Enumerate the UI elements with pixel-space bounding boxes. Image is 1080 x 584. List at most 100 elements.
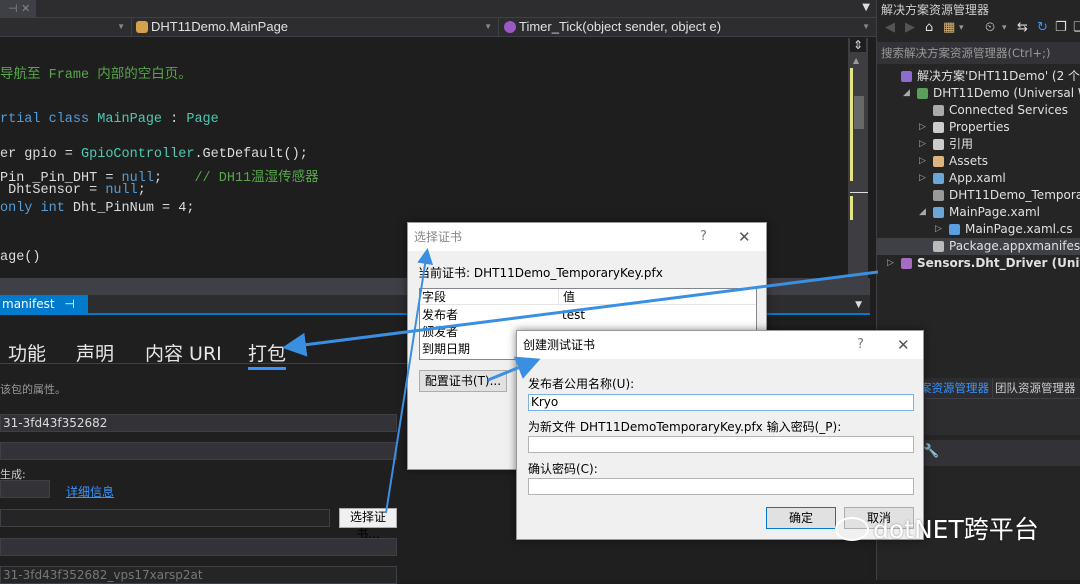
project-dropdown[interactable]: ▼ — [0, 18, 132, 36]
expand-icon[interactable]: ▷ — [887, 255, 894, 272]
tree-item-label: Connected Services — [949, 103, 1069, 117]
tree-item-label: Package.appxmanifest — [949, 239, 1080, 253]
row-field: 到期日期 — [422, 342, 471, 356]
show-all-files-icon[interactable]: ❏ — [1073, 20, 1080, 35]
tab-team-explorer[interactable]: 团队资源管理器 — [992, 378, 1076, 398]
member-dropdown[interactable]: Timer_Tick(object sender, object e) ▼ — [500, 18, 876, 36]
tree-item[interactable]: ◢ MainPage.xaml — [877, 204, 1080, 221]
tree-item[interactable]: Connected Services — [877, 102, 1080, 119]
code-token: MainPage — [97, 112, 163, 127]
tab-declarations[interactable]: 声明 — [76, 339, 114, 366]
package-name-field[interactable]: 31-3fd43f352682 — [0, 414, 397, 432]
close-icon[interactable]: ✕ — [738, 223, 751, 251]
help-icon[interactable]: ? — [700, 223, 707, 251]
tree-item[interactable]: ▷ 引用 — [877, 136, 1080, 153]
method-icon — [504, 21, 516, 33]
collapse-all-icon[interactable]: ❐ — [1055, 20, 1067, 35]
tree-item[interactable]: ▷ Sensors.Dht_Driver (Universal Windows) — [877, 255, 1080, 272]
member-dropdown-value: Timer_Tick(object sender, object e) — [519, 19, 722, 34]
publisher-field[interactable] — [0, 509, 330, 527]
choose-certificate-button[interactable]: 选择证书... — [339, 508, 397, 541]
pin-icon[interactable]: ⊣ — [64, 297, 74, 311]
references-icon — [933, 139, 944, 150]
publisher-name-input[interactable]: Kryo — [528, 394, 914, 411]
tab-capabilities[interactable]: 功能 — [8, 339, 46, 366]
scroll-thumb[interactable] — [854, 96, 864, 129]
expand-icon[interactable]: ▷ — [935, 221, 942, 238]
forward-icon[interactable]: ▶ — [905, 20, 915, 35]
manifest-document-tab[interactable]: manifest ⊣ ✕ — [0, 295, 88, 329]
code-line[interactable]: rtial class MainPage : Page — [0, 112, 219, 127]
code-line[interactable]: age() — [0, 250, 41, 265]
pending-changes-icon[interactable]: ⏲ — [985, 20, 995, 35]
refresh-icon[interactable]: ↻ — [1037, 20, 1048, 35]
tree-item[interactable]: DHT11Demo_TemporaryKey.pfx — [877, 187, 1080, 204]
dropdown-icon[interactable]: ▾ — [959, 23, 964, 33]
code-line[interactable]: er gpio = GpioController.GetDefault(); — [0, 147, 308, 162]
home-icon[interactable]: ⌂ — [925, 20, 933, 35]
list-item[interactable]: 发布者 test — [420, 307, 756, 323]
tree-item[interactable]: ▷ MainPage.xaml.cs — [877, 221, 1080, 238]
tab-content-uris[interactable]: 内容 URI — [145, 339, 222, 366]
tab-overflow-icon[interactable]: ▼ — [855, 300, 862, 310]
collapse-icon[interactable]: ◢ — [919, 204, 926, 221]
tree-item[interactable]: 解决方案'DHT11Demo' (2 个项目) — [877, 68, 1080, 85]
column-header-value[interactable]: 值 — [558, 289, 575, 305]
expand-icon[interactable]: ▷ — [919, 119, 926, 136]
change-marker — [850, 196, 853, 220]
code-token: GpioController — [81, 147, 195, 162]
split-editor-icon[interactable]: ⇕ — [850, 38, 866, 52]
close-icon[interactable]: ✕ — [897, 331, 910, 359]
editor-scrollbar[interactable]: ⇕ ▲ ▼ — [848, 38, 868, 302]
configure-certificate-button[interactable]: 配置证书(T)... — [419, 370, 507, 392]
tree-item[interactable]: ◢ DHT11Demo (Universal Windows) — [877, 85, 1080, 102]
editor-tab-fragment[interactable]: ⊣ ✕ — [0, 0, 36, 17]
tree-item[interactable]: Package.appxmanifest — [877, 238, 1080, 255]
tree-item[interactable]: ▷ Assets — [877, 153, 1080, 170]
code-line[interactable]: only int Dht_PinNum = 4; — [0, 201, 194, 216]
help-icon[interactable]: ? — [857, 331, 864, 359]
password-input[interactable] — [528, 436, 914, 453]
scroll-up-icon[interactable]: ▲ — [853, 56, 859, 65]
tree-item-label: 引用 — [949, 137, 974, 151]
confirm-password-input[interactable] — [528, 478, 914, 495]
tree-item-label: MainPage.xaml.cs — [965, 222, 1073, 236]
tree-item[interactable]: ▷ Properties — [877, 119, 1080, 136]
version-field[interactable] — [0, 480, 50, 498]
type-dropdown[interactable]: DHT11Demo.MainPage ▼ — [133, 18, 499, 36]
csharp-project-icon — [917, 88, 928, 99]
publisher-display-name-field[interactable] — [0, 538, 397, 556]
package-display-name-field[interactable] — [0, 442, 397, 460]
expand-icon[interactable]: ▷ — [919, 170, 926, 187]
row-value: test — [562, 308, 586, 322]
wechat-logo-icon — [835, 517, 869, 541]
code-token: Page — [186, 112, 219, 127]
tab-packaging[interactable]: 打包 — [248, 339, 287, 370]
wrench-icon[interactable]: 🔧 — [923, 444, 939, 459]
watermark: dotNET跨平台 — [835, 510, 1039, 546]
tab-overflow-icon[interactable]: ▼ — [862, 2, 870, 13]
editor-navigation-bar: ▼ DHT11Demo.MainPage ▼ Timer_Tick(object … — [0, 17, 876, 37]
create-test-certificate-dialog: 创建测试证书 ? ✕ 发布者公用名称(U): Kryo 为新文件 DHT11De… — [516, 330, 924, 540]
column-header-field[interactable]: 字段 — [422, 289, 446, 305]
code-line[interactable]: 导航至 Frame 内部的空白页。 — [0, 62, 192, 83]
solution-search-input[interactable]: 搜索解决方案资源管理器(Ctrl+;) — [877, 42, 1080, 64]
password-label: 为新文件 DHT11DemoTemporaryKey.pfx 输入密码(_P): — [528, 420, 842, 434]
code-line[interactable]: DhtSensor = null; — [0, 183, 146, 198]
cs-file-icon — [949, 224, 960, 235]
expand-icon[interactable]: ▷ — [919, 136, 926, 153]
ok-button[interactable]: 确定 — [766, 507, 836, 529]
cpp-project-icon — [901, 258, 912, 269]
expand-icon[interactable]: ▷ — [919, 153, 926, 170]
dropdown-icon[interactable]: ▾ — [1002, 23, 1007, 33]
sync-icon[interactable]: ⇆ — [1017, 20, 1028, 35]
tree-item-label: MainPage.xaml — [949, 205, 1040, 219]
back-icon[interactable]: ◀ — [885, 20, 895, 35]
tree-item[interactable]: ▷ App.xaml — [877, 170, 1080, 187]
switch-views-icon[interactable]: ▦ — [943, 20, 955, 35]
tree-item-label: Sensors.Dht_Driver (Universal Windows) — [917, 256, 1080, 270]
xaml-file-icon — [933, 173, 944, 184]
change-marker — [850, 68, 853, 181]
details-link[interactable]: 详细信息 — [66, 483, 114, 500]
collapse-icon[interactable]: ◢ — [903, 85, 910, 102]
